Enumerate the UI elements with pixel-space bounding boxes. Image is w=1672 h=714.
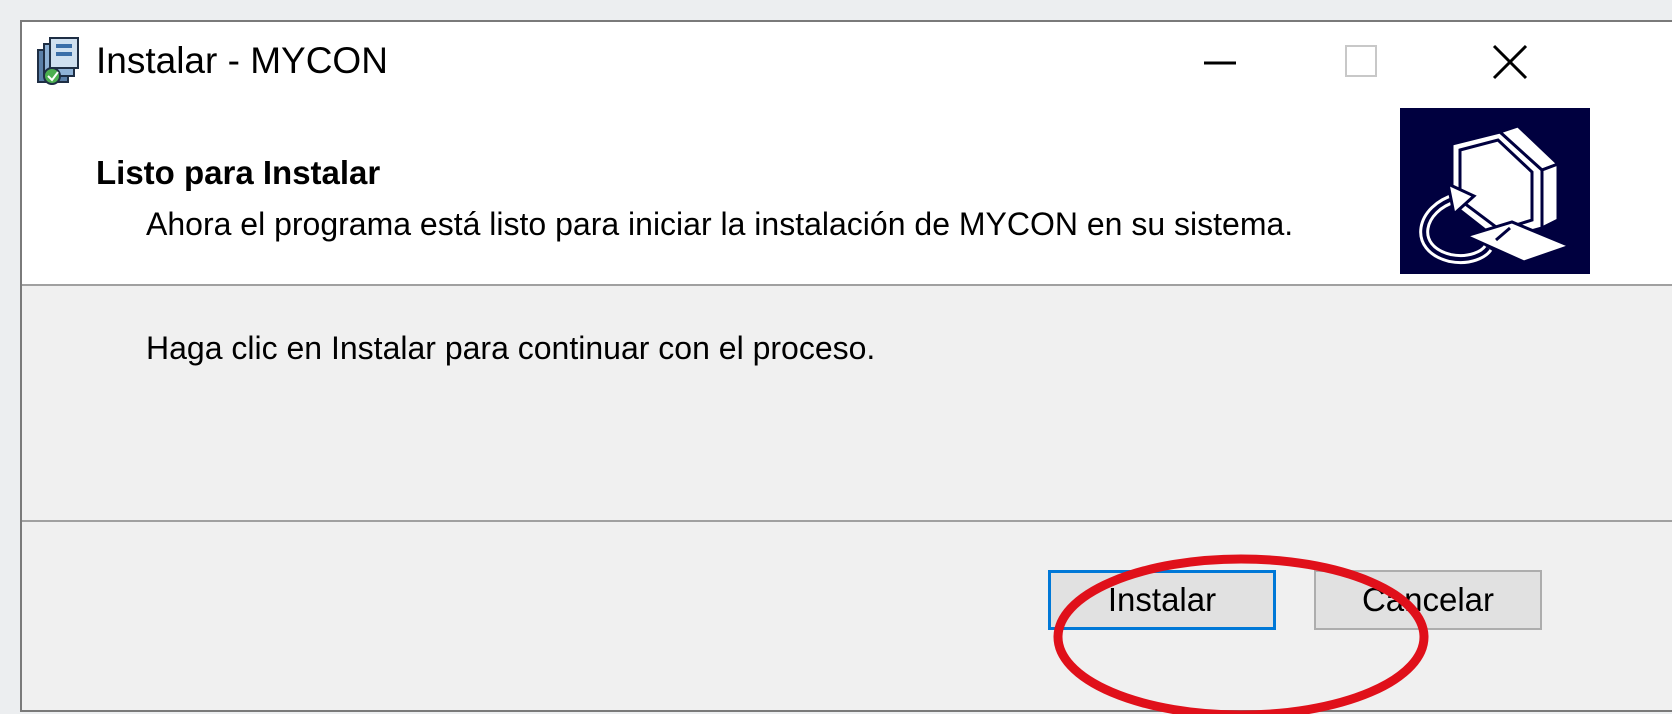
instruction-text: Haga clic en Instalar para continuar con… [146, 330, 876, 366]
wizard-header: Listo para Instalar Ahora el programa es… [22, 102, 1672, 286]
wizard-footer: Instalar Cancelar [22, 522, 1672, 710]
close-icon [1492, 44, 1528, 80]
window-title: Instalar - MYCON [96, 40, 388, 81]
title-bar: Instalar - MYCON [22, 22, 1672, 102]
computer-install-icon [1400, 108, 1590, 274]
page-title: Listo para Instalar [96, 154, 381, 191]
minimize-button[interactable] [1140, 22, 1290, 102]
install-button[interactable]: Instalar [1048, 570, 1276, 630]
page-subtitle: Ahora el programa está listo para inicia… [146, 206, 1294, 242]
wizard-body: Haga clic en Instalar para continuar con… [22, 286, 1672, 520]
minimize-icon [1204, 61, 1236, 65]
installer-window: Instalar - MYCON Listo para Instalar Aho… [20, 20, 1672, 712]
maximize-button[interactable] [1284, 22, 1434, 102]
close-button[interactable] [1430, 22, 1580, 102]
maximize-icon [1345, 45, 1377, 77]
installer-app-icon [32, 36, 82, 90]
cancel-button[interactable]: Cancelar [1314, 570, 1542, 630]
